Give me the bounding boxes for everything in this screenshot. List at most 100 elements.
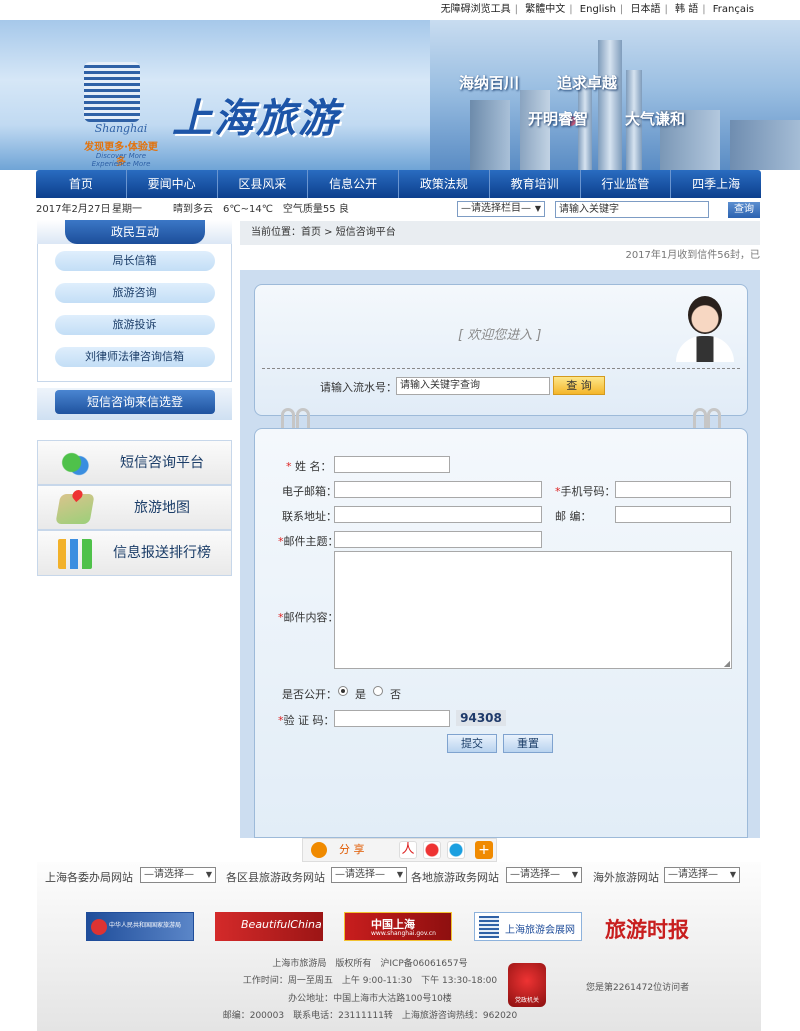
resize-handle-icon[interactable]: ◢ xyxy=(724,659,730,668)
address-field[interactable] xyxy=(334,506,542,523)
top-language-bar: 无障碍浏览工具 | 繁體中文 | English | 日本語 | 韩 語 | França… xyxy=(0,0,800,20)
office-address: 办公地址：中国上海市大沽路100号10楼 xyxy=(288,994,452,1004)
submit-button[interactable]: 提交 xyxy=(447,734,497,753)
link-group-select[interactable]: —请选择— ▼ xyxy=(331,867,407,883)
nav-seasons[interactable]: 四季上海 xyxy=(671,170,761,198)
welcome-text: [ 欢迎您进入 ] xyxy=(458,328,542,343)
party-gov-badge-icon[interactable]: 党政机关 xyxy=(508,963,546,1007)
header-banner: Shanghai 发现更多·体验更多 Discover More Experie… xyxy=(0,20,800,170)
renren-share-icon[interactable]: 人 xyxy=(399,841,417,859)
banner-tourism-times[interactable]: 旅游时报 xyxy=(605,912,713,942)
nav-news[interactable]: 要闻中心 xyxy=(127,170,218,198)
customer-service-avatar xyxy=(670,292,740,362)
link-group-label: 上海各委办局网站 xyxy=(45,871,133,884)
chevron-down-icon: ▼ xyxy=(571,870,578,879)
feature-label: 旅游地图 xyxy=(134,500,190,516)
current-date: 2017年2月27日 xyxy=(36,204,111,215)
public-label: 是否公开： xyxy=(282,688,337,701)
nav-policies[interactable]: 政策法规 xyxy=(399,170,490,198)
content-textarea[interactable]: ◢ xyxy=(334,551,732,669)
sms-letters-banner[interactable]: 短信咨询来信选登 xyxy=(37,388,232,420)
reset-button[interactable]: 重置 xyxy=(503,734,553,753)
main-navigation: 首页 要闻中心 区县风采 信息公开 政策法规 教育培训 行业监管 四季上海 xyxy=(36,170,761,198)
banner-expo[interactable]: 上海旅游会展网 xyxy=(474,912,582,941)
serial-query-button[interactable]: 查 询 xyxy=(553,376,605,395)
sidebar-section-title: 政民互动 xyxy=(65,220,205,244)
email-field[interactable] xyxy=(334,481,542,498)
ranking-icon xyxy=(58,539,92,569)
expo-logo-icon xyxy=(479,916,499,938)
link-group-label: 各地旅游政务网站 xyxy=(411,871,499,884)
banner-beautiful-china[interactable]: BeautifulChina xyxy=(215,912,323,941)
public-yes-radio[interactable] xyxy=(338,686,348,696)
sidebar-item-director-mailbox[interactable]: 局长信箱 xyxy=(54,251,215,271)
link-group-label: 海外旅游网站 xyxy=(593,871,659,884)
share-bar: 分 享 人 + xyxy=(302,838,497,862)
logo-script: Shanghai xyxy=(94,122,148,135)
subject-label: *邮件主题： xyxy=(278,535,339,548)
share-logo-icon xyxy=(311,842,327,858)
captcha-label: *验 证 码： xyxy=(278,714,335,727)
shanghai-logo[interactable]: Shanghai 发现更多·体验更多 Discover More Experie… xyxy=(80,62,162,170)
nav-training[interactable]: 教育培训 xyxy=(490,170,581,198)
link-group-label: 各区县旅游政务网站 xyxy=(226,871,325,884)
weekday: 星期一 xyxy=(112,204,142,215)
more-share-icon[interactable]: + xyxy=(475,841,493,859)
weibo-share-icon[interactable] xyxy=(423,841,441,859)
slogan-4: 大气谦和 xyxy=(625,110,686,128)
link-group-select[interactable]: —请选择— ▼ xyxy=(140,867,216,883)
banner-china-shanghai[interactable]: 中国上海 www.shanghai.gov.cn xyxy=(344,912,452,941)
public-no-radio[interactable] xyxy=(373,686,383,696)
sidebar-item-tourism-consult[interactable]: 旅游咨询 xyxy=(54,283,215,303)
link-group-select[interactable]: —请选择— ▼ xyxy=(506,867,582,883)
japanese-link[interactable]: 日本語 xyxy=(626,4,664,15)
zip-field[interactable] xyxy=(615,506,731,523)
public-no-label: 否 xyxy=(390,688,401,701)
chevron-down-icon: ▼ xyxy=(396,870,403,879)
weather: 晴到多云 6℃~14℃ 空气质量55 良 xyxy=(173,204,349,215)
banner-cnta[interactable]: 中华人民共和国国家旅游局 xyxy=(86,912,194,941)
share-label: 分 享 xyxy=(339,843,365,856)
map-icon xyxy=(55,487,95,524)
nav-home[interactable]: 首页 xyxy=(36,170,127,198)
traditional-chinese-link[interactable]: 繁體中文 xyxy=(521,4,569,15)
footer xyxy=(37,862,761,1031)
name-label: * 姓 名： xyxy=(286,460,332,473)
public-yes-label: 是 xyxy=(355,688,366,701)
link-group-select[interactable]: —请选择— ▼ xyxy=(664,867,740,883)
subject-field[interactable] xyxy=(334,531,542,548)
tencent-weibo-share-icon[interactable] xyxy=(447,841,465,859)
serial-number-input[interactable]: 请输入关键字查询 xyxy=(396,377,550,395)
emblem-icon xyxy=(91,919,107,935)
logo-mark-icon xyxy=(84,62,140,122)
sidebar-item-tourism-complaint[interactable]: 旅游投诉 xyxy=(54,315,215,335)
accessibility-link[interactable]: 无障碍浏览工具 xyxy=(437,4,515,15)
captcha-field[interactable] xyxy=(334,710,450,727)
mobile-field[interactable] xyxy=(615,481,731,498)
keyword-input[interactable]: 请输入关键字 xyxy=(555,201,709,218)
nav-disclosure[interactable]: 信息公开 xyxy=(308,170,399,198)
nav-supervision[interactable]: 行业监管 xyxy=(581,170,672,198)
feature-sms-platform[interactable]: 短信咨询平台 xyxy=(37,440,232,485)
name-field[interactable] xyxy=(334,456,450,473)
column-select-value: —请选择栏目— xyxy=(461,203,531,214)
english-link[interactable]: English xyxy=(576,4,620,15)
feature-tourism-map[interactable]: 旅游地图 xyxy=(37,485,232,530)
slogan-3: 开明睿智 xyxy=(528,110,589,128)
slogan-2: 追求卓越 xyxy=(557,74,618,92)
feature-label: 短信咨询平台 xyxy=(120,455,204,471)
sidebar-section-header: 政民互动 xyxy=(37,220,232,244)
french-link[interactable]: Français xyxy=(709,4,758,15)
zip-label: 邮 编： xyxy=(555,510,592,523)
chevron-down-icon: ▼ xyxy=(729,870,736,879)
sms-letters-title: 短信咨询来信选登 xyxy=(55,390,215,414)
nav-districts[interactable]: 区县风采 xyxy=(218,170,309,198)
chevron-down-icon: ▼ xyxy=(534,204,541,213)
sidebar-item-legal-mailbox[interactable]: 刘律师法律咨询信箱 xyxy=(54,347,215,367)
search-button[interactable]: 查询 xyxy=(728,202,760,218)
breadcrumb: 当前位置：首页 > 短信咨询平台 xyxy=(240,221,760,245)
feature-ranking[interactable]: 信息报送排行榜 xyxy=(37,530,232,576)
captcha-image[interactable]: 94308 xyxy=(456,710,506,726)
column-select[interactable]: —请选择栏目— ▼ xyxy=(457,201,545,217)
korean-link[interactable]: 韩 語 xyxy=(671,4,702,15)
